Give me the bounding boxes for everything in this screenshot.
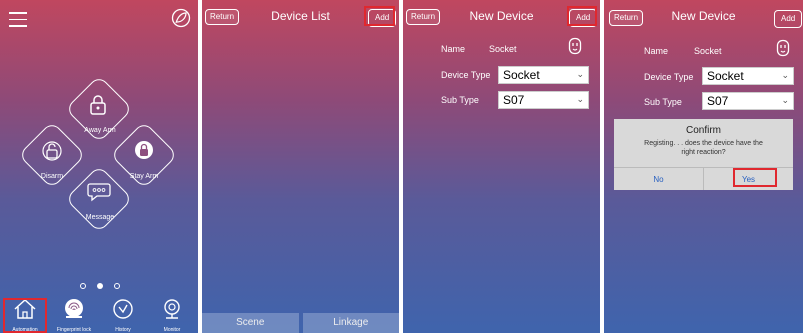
sub-type-value: S07 [707, 94, 729, 108]
fingerprint-icon [65, 299, 83, 318]
sub-type-value: S07 [503, 93, 525, 107]
highlight-box [3, 298, 47, 333]
name-label: Name [644, 46, 669, 56]
device-type-value: Socket [503, 68, 540, 82]
linkage-button[interactable]: Linkage [302, 313, 399, 333]
stay-arm-icon [134, 139, 154, 166]
socket-icon [776, 39, 790, 62]
sub-type-label: Sub Type [441, 95, 479, 105]
device-type-select[interactable]: Socket ⌄ [498, 66, 589, 84]
dialog-title: Confirm [685, 125, 721, 136]
device-type-label: Device Type [644, 72, 694, 82]
chevron-down-icon: ⌄ [781, 95, 789, 105]
history-icon [113, 299, 133, 319]
page-dot-active[interactable] [97, 283, 103, 289]
sub-type-select[interactable]: S07 ⌄ [498, 91, 589, 109]
no-button[interactable]: No [614, 168, 703, 190]
page-indicator [75, 283, 125, 291]
highlight-box [733, 168, 777, 187]
dialog-message-line: Registing. . . does the device have the [644, 140, 763, 147]
dialog-message: Registing. . . does the device have the … [614, 139, 793, 157]
tab-monitor[interactable]: Monitor [151, 298, 193, 333]
menu-icon[interactable] [9, 12, 27, 27]
page-dot[interactable] [114, 283, 120, 289]
leaf-icon[interactable] [171, 8, 191, 33]
tab-label: History [115, 327, 131, 333]
device-type-select[interactable]: Socket ⌄ [702, 67, 794, 85]
tab-label: Monitor [163, 327, 181, 333]
dialog-message-line: right reaction? [681, 149, 726, 157]
tab-label: Fingerprint lock [56, 327, 92, 333]
tab-history[interactable]: History [102, 298, 144, 333]
socket-icon [568, 37, 582, 60]
disarm-label: Disarm [40, 173, 64, 180]
add-button[interactable]: Add [774, 10, 803, 28]
camera-icon [164, 299, 180, 319]
new-device-screen: Return New Device Add Name Socket Device… [403, 0, 600, 333]
scene-button[interactable]: Scene [202, 313, 299, 333]
lock-open-icon [42, 140, 62, 167]
chat-bubble-icon [87, 182, 111, 207]
device-list-screen: Return Device List Add Scene Linkage [202, 0, 399, 333]
stay-arm-label: Stay Arm [129, 173, 159, 180]
message-label: Message [85, 214, 115, 221]
bottom-bar: Scene Linkage [202, 313, 399, 333]
page-dot[interactable] [80, 283, 86, 289]
home-screen: Away Arm Disarm Stay Arm Message Automat… [0, 0, 198, 333]
highlight-box [567, 6, 597, 26]
name-label: Name [441, 44, 466, 54]
name-value: Socket [694, 46, 722, 56]
name-value: Socket [489, 44, 517, 54]
device-type-value: Socket [707, 69, 744, 83]
sub-type-label: Sub Type [644, 97, 682, 107]
chevron-down-icon: ⌄ [576, 69, 584, 79]
chevron-down-icon: ⌄ [781, 70, 789, 80]
highlight-box [364, 6, 395, 26]
device-type-label: Device Type [441, 70, 491, 80]
sub-type-select[interactable]: S07 ⌄ [702, 92, 794, 110]
new-device-confirm-screen: Return New Device Add Name Socket Device… [604, 0, 803, 333]
away-arm-label: Away Arm [84, 127, 116, 134]
chevron-down-icon: ⌄ [576, 94, 584, 104]
tab-fingerprint-lock[interactable]: Fingerprint lock [53, 298, 95, 333]
lock-closed-icon [89, 95, 107, 120]
